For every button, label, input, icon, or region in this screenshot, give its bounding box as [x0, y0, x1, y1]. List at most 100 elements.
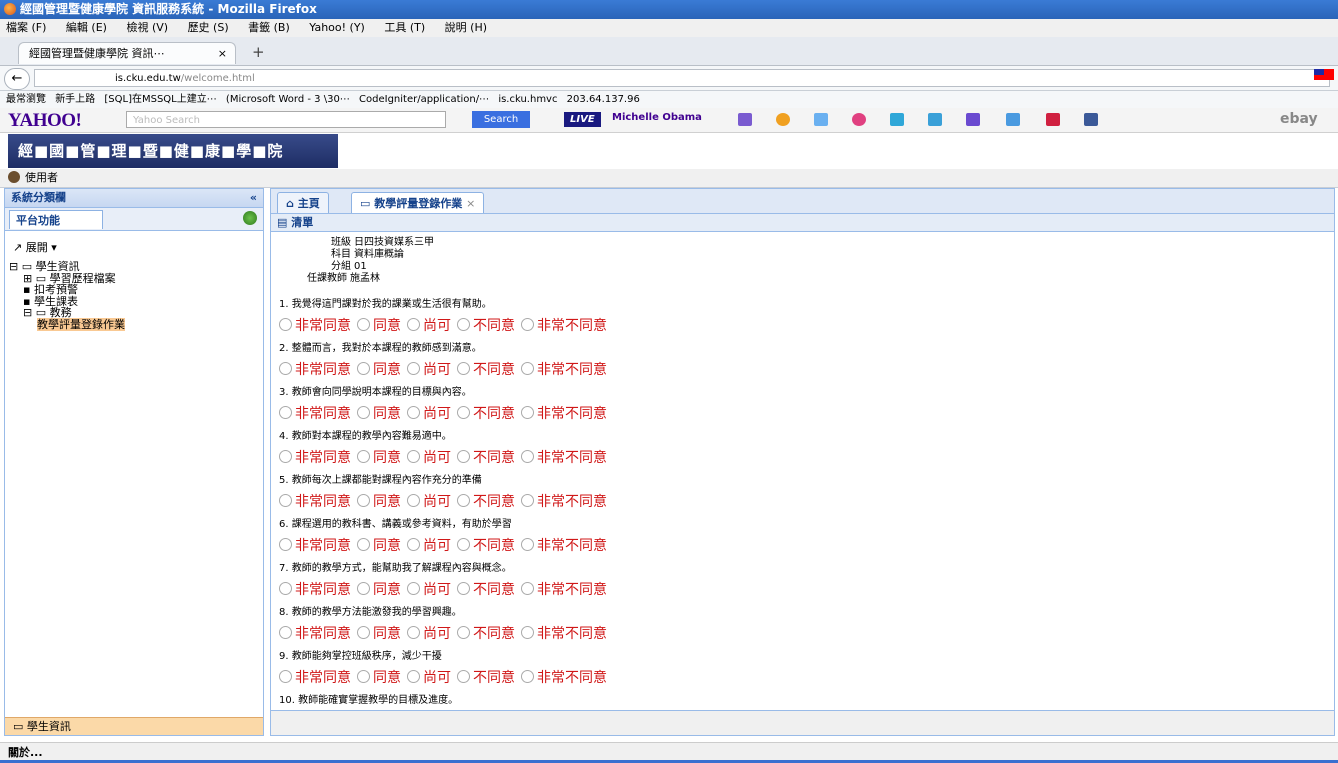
radio-button[interactable] [407, 494, 420, 507]
facebook-icon[interactable] [1084, 113, 1098, 126]
radio-button[interactable] [279, 538, 292, 551]
finance-icon[interactable] [814, 113, 828, 126]
radio-button[interactable] [457, 670, 470, 683]
radio-button[interactable] [357, 406, 370, 419]
menu-bookmarks[interactable]: 書籤 (B) [248, 21, 290, 34]
radio-button[interactable] [279, 450, 292, 463]
radio-button[interactable] [357, 450, 370, 463]
radio-button[interactable] [457, 318, 470, 331]
answer-option[interactable]: 非常同意 [279, 494, 351, 510]
answer-option[interactable]: 不同意 [457, 450, 515, 466]
menu-file[interactable]: 檔案 (F) [6, 21, 46, 34]
radio-button[interactable] [407, 626, 420, 639]
radio-button[interactable] [407, 362, 420, 375]
answers-icon[interactable] [928, 113, 942, 126]
tab-home[interactable]: ⌂ 主頁 [277, 192, 329, 213]
answer-option[interactable]: 非常不同意 [521, 582, 607, 598]
yahoo-search-button[interactable]: Search [472, 111, 530, 128]
radio-button[interactable] [279, 626, 292, 639]
radio-button[interactable] [407, 406, 420, 419]
bookmark-most-visited[interactable]: 最常瀏覽 [6, 94, 46, 105]
answer-option[interactable]: 同意 [357, 406, 401, 422]
radio-button[interactable] [457, 362, 470, 375]
radio-button[interactable] [457, 494, 470, 507]
answer-option[interactable]: 非常不同意 [521, 450, 607, 466]
answer-option[interactable]: 同意 [357, 494, 401, 510]
answer-option[interactable]: 非常不同意 [521, 318, 607, 334]
answer-option[interactable]: 不同意 [457, 362, 515, 378]
answer-option[interactable]: 尚可 [407, 538, 451, 554]
radio-button[interactable] [279, 406, 292, 419]
collapse-icon[interactable]: « [250, 189, 257, 207]
answer-option[interactable]: 不同意 [457, 494, 515, 510]
answer-option[interactable]: 尚可 [407, 626, 451, 642]
new-tab-button[interactable]: + [252, 43, 265, 61]
yahoo-logo[interactable]: YAHOO! [8, 110, 82, 132]
answer-option[interactable]: 非常不同意 [521, 494, 607, 510]
answer-option[interactable]: 同意 [357, 362, 401, 378]
radio-button[interactable] [357, 362, 370, 375]
answer-option[interactable]: 非常同意 [279, 362, 351, 378]
radio-button[interactable] [457, 450, 470, 463]
answer-option[interactable]: 非常不同意 [521, 538, 607, 554]
answer-option[interactable]: 非常同意 [279, 626, 351, 642]
refresh-icon[interactable] [243, 211, 257, 225]
answer-option[interactable]: 非常同意 [279, 450, 351, 466]
bookmark-icon[interactable] [1046, 113, 1060, 126]
browser-tab[interactable]: 經國管理暨健康學院 資訊⋯ × [18, 42, 236, 64]
radio-button[interactable] [457, 626, 470, 639]
answer-option[interactable]: 尚可 [407, 494, 451, 510]
answer-option[interactable]: 同意 [357, 582, 401, 598]
tree-item-academic-affairs[interactable]: ⊟ ▭ 教務 [9, 307, 125, 319]
menu-tools[interactable]: 工具 (T) [384, 21, 425, 34]
answer-option[interactable]: 非常同意 [279, 406, 351, 422]
bookmark-ip[interactable]: 203.64.137.96 [567, 94, 640, 105]
radio-button[interactable] [279, 494, 292, 507]
answer-option[interactable]: 非常同意 [279, 538, 351, 554]
bookmark-codeigniter[interactable]: CodeIgniter/application/⋯ [359, 94, 489, 105]
answer-option[interactable]: 同意 [357, 318, 401, 334]
tab-close-icon[interactable]: × [218, 43, 227, 65]
radio-button[interactable] [521, 582, 534, 595]
answer-option[interactable]: 不同意 [457, 538, 515, 554]
tab-evaluation[interactable]: ▭ 教學評量登錄作業 × [351, 192, 485, 213]
radio-button[interactable] [357, 318, 370, 331]
left-panel-footer[interactable]: ▭ 學生資訊 [5, 717, 263, 735]
back-button[interactable]: ← [4, 68, 30, 90]
radio-button[interactable] [457, 406, 470, 419]
sports-icon[interactable] [776, 113, 790, 126]
radio-button[interactable] [407, 318, 420, 331]
answer-option[interactable]: 非常同意 [279, 582, 351, 598]
tree-item-evaluation[interactable]: 教學評量登錄作業 [9, 317, 125, 331]
answer-option[interactable]: 非常同意 [279, 318, 351, 334]
radio-button[interactable] [279, 318, 292, 331]
radio-button[interactable] [279, 670, 292, 683]
answer-option[interactable]: 同意 [357, 538, 401, 554]
answer-option[interactable]: 尚可 [407, 406, 451, 422]
radio-button[interactable] [521, 670, 534, 683]
answer-option[interactable]: 同意 [357, 626, 401, 642]
radio-button[interactable] [521, 318, 534, 331]
tumblr-icon[interactable] [890, 113, 904, 126]
menu-yahoo[interactable]: Yahoo! (Y) [309, 21, 365, 34]
answer-option[interactable]: 不同意 [457, 318, 515, 334]
tab-platform-functions[interactable]: 平台功能 [9, 210, 103, 229]
menu-edit[interactable]: 編輯 (E) [66, 21, 107, 34]
answer-option[interactable]: 尚可 [407, 670, 451, 686]
answer-option[interactable]: 非常不同意 [521, 362, 607, 378]
radio-button[interactable] [407, 670, 420, 683]
answer-option[interactable]: 非常不同意 [521, 670, 607, 686]
yahoo-search-input[interactable]: Yahoo Search [126, 111, 446, 128]
bookmark-getting-started[interactable]: 新手上路 [55, 94, 95, 105]
radio-button[interactable] [521, 494, 534, 507]
bookmark-word[interactable]: (Microsoft Word - 3 \30⋯ [226, 94, 350, 105]
radio-button[interactable] [521, 362, 534, 375]
url-bar[interactable]: is.cku.edu.tw/welcome.html [34, 69, 1330, 87]
live-button[interactable]: LIVE [564, 112, 601, 127]
trending-link[interactable]: Michelle Obama [612, 112, 702, 123]
radio-button[interactable] [407, 582, 420, 595]
radio-button[interactable] [521, 406, 534, 419]
radio-button[interactable] [357, 582, 370, 595]
radio-button[interactable] [457, 582, 470, 595]
answer-option[interactable]: 尚可 [407, 362, 451, 378]
